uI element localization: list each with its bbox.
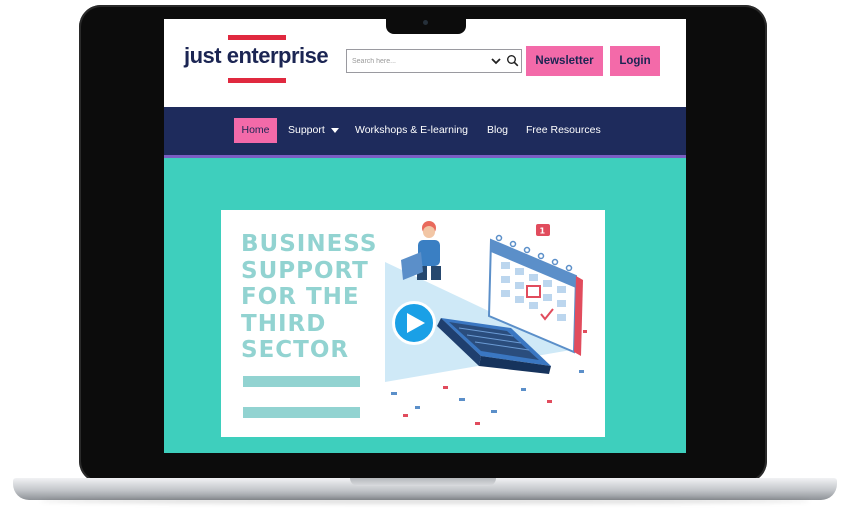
camera-icon (423, 20, 428, 25)
logo-bar-top (228, 35, 286, 40)
nav-item-blog[interactable]: Blog (487, 118, 508, 143)
hero-decor-line (243, 376, 360, 387)
play-icon (407, 313, 425, 333)
nav-item-support[interactable]: Support (288, 118, 339, 143)
nav-item-support-label: Support (288, 124, 325, 136)
nav-accent-stripe (164, 155, 686, 158)
hero-video[interactable]: BUSINESS SUPPORT FOR THE THIRD SECTOR 1 (221, 210, 605, 437)
hero-decor-line (243, 407, 360, 418)
search-icon[interactable] (506, 54, 519, 67)
svg-text:1: 1 (540, 227, 546, 236)
logo-bar-bottom (228, 78, 286, 83)
search-input[interactable] (352, 53, 480, 69)
laptop-mockup: just enterprise Newsletter Login Home Su… (0, 0, 845, 508)
hero-title: BUSINESS SUPPORT FOR THE THIRD SECTOR (241, 231, 378, 363)
play-button[interactable] (392, 301, 436, 345)
nav-item-free-resources[interactable]: Free Resources (526, 118, 601, 143)
main-nav: Home Support Workshops & E-learning Blog… (164, 107, 686, 155)
caret-down-icon (330, 127, 339, 133)
chevron-down-icon[interactable] (490, 55, 502, 67)
laptop-shadow (40, 498, 810, 504)
nav-item-home[interactable]: Home (234, 118, 277, 143)
laptop-base-opening (350, 478, 496, 486)
login-button[interactable]: Login (610, 46, 660, 76)
logo-text: just enterprise (184, 43, 329, 68)
logo[interactable]: just enterprise (184, 35, 334, 93)
nav-item-workshops[interactable]: Workshops & E-learning (355, 118, 468, 143)
newsletter-button[interactable]: Newsletter (526, 46, 603, 76)
search-box (346, 49, 522, 73)
laptop-screen: just enterprise Newsletter Login Home Su… (164, 19, 686, 453)
